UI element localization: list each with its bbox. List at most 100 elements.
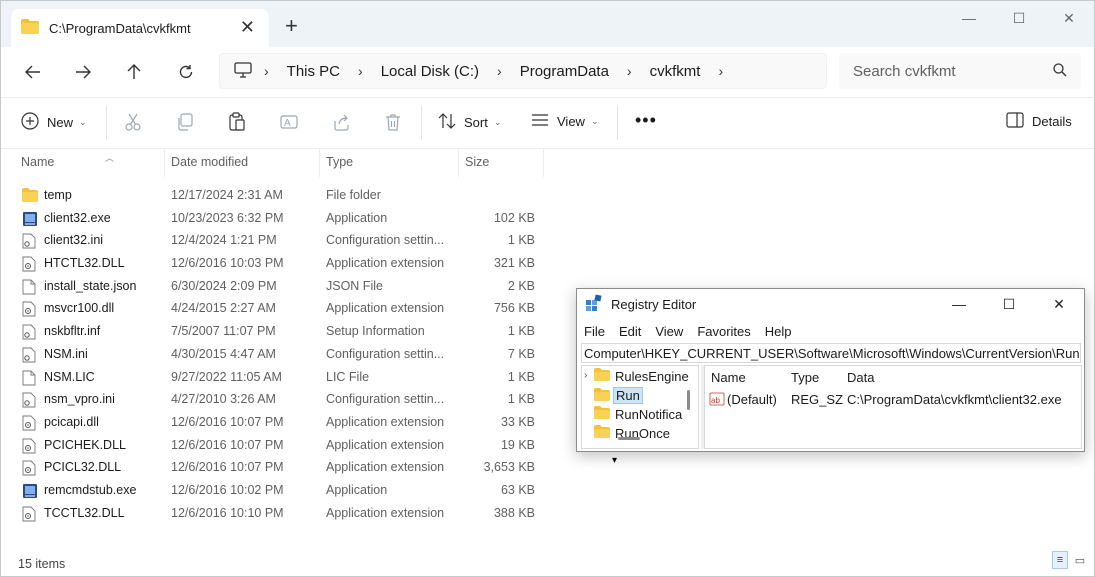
file-date: 12/6/2016 10:03 PM — [171, 256, 284, 271]
new-tab-button[interactable]: + — [285, 15, 298, 37]
breadcrumb-this-pc[interactable]: This PC — [287, 63, 340, 80]
search-input[interactable] — [853, 62, 1043, 80]
copy-icon[interactable] — [175, 112, 197, 134]
chevron-right-icon[interactable]: › — [497, 63, 502, 79]
breadcrumb-cvkfkmt[interactable]: cvkfkmt — [650, 63, 701, 80]
menu-edit[interactable]: Edit — [619, 324, 641, 339]
paste-icon[interactable] — [227, 112, 249, 134]
file-row[interactable]: nsm_vpro.ini 4/27/2010 3:26 AM Configurati… — [1, 389, 561, 412]
chevron-right-icon[interactable]: › — [358, 63, 363, 79]
refresh-icon[interactable] — [172, 59, 200, 85]
file-name: pcicapi.dll — [44, 414, 99, 429]
registry-address-bar[interactable]: Computer\HKEY_CURRENT_USER\Software\Micr… — [581, 343, 1081, 363]
file-row[interactable]: PCICHEK.DLL 12/6/2016 10:07 PM Application… — [1, 435, 561, 458]
menu-file[interactable]: File — [584, 324, 605, 339]
value-column-type[interactable]: Type — [791, 370, 819, 385]
file-row[interactable]: pcicapi.dll 12/6/2016 10:07 PM Application… — [1, 412, 561, 435]
navigation-bar: › This PC › Local Disk (C:) › ProgramDat… — [1, 47, 1094, 97]
column-header-date[interactable]: Date modified — [171, 155, 248, 169]
tiles-view-icon[interactable]: ▭ — [1072, 551, 1088, 569]
new-button[interactable]: New ⌄ — [21, 112, 87, 133]
column-header-size[interactable]: Size — [465, 155, 489, 169]
menu-view[interactable]: View — [655, 324, 683, 339]
file-row[interactable]: install_state.json 6/30/2024 2:09 PM JSON … — [1, 276, 561, 299]
file-size: 2 KB — [507, 278, 535, 293]
file-row[interactable]: temp 12/17/2024 2:31 AM File folder — [1, 185, 561, 208]
file-row[interactable]: PCICL32.DLL 12/6/2016 10:07 PM Application… — [1, 457, 561, 480]
column-header-type[interactable]: Type — [326, 155, 353, 169]
file-date: 9/27/2022 11:05 AM — [171, 369, 282, 384]
chevron-right-icon[interactable]: › — [627, 63, 632, 79]
file-row[interactable]: TCCTL32.DLL 12/6/2016 10:10 PM Application… — [1, 503, 561, 526]
file-row[interactable]: NSM.LIC 9/27/2022 11:05 AM LIC File 1 KB — [1, 367, 561, 390]
column-divider[interactable] — [164, 149, 165, 177]
file-row[interactable]: HTCTL32.DLL 12/6/2016 10:03 PM Application… — [1, 253, 561, 276]
more-options-icon[interactable]: ••• — [635, 110, 657, 131]
registry-maximize-button[interactable]: ☐ — [984, 289, 1034, 319]
folder-open-icon — [594, 387, 610, 404]
tree-vertical-scrollbar[interactable] — [687, 390, 690, 410]
breadcrumb-local-disk[interactable]: Local Disk (C:) — [381, 63, 479, 80]
breadcrumb-programdata[interactable]: ProgramData — [520, 63, 609, 80]
file-name: client32.ini — [44, 233, 104, 248]
minimize-button[interactable]: — — [944, 1, 994, 35]
search-icon[interactable] — [1053, 63, 1067, 80]
file-row[interactable]: NSM.ini 4/30/2015 4:47 AM Configuration se… — [1, 344, 561, 367]
cut-icon[interactable] — [123, 112, 145, 134]
details-view-icon[interactable]: ≡ — [1052, 551, 1068, 569]
tree-key-label: RulesEngine — [615, 368, 689, 384]
up-arrow-icon[interactable] — [120, 59, 148, 85]
file-size: 388 KB — [493, 505, 535, 520]
file-size: 1 KB — [507, 324, 535, 339]
back-arrow-icon[interactable] — [19, 59, 47, 85]
app-exe-icon — [22, 211, 38, 227]
close-button[interactable]: ✕ — [1044, 1, 1094, 35]
column-divider[interactable] — [543, 149, 544, 177]
delete-icon[interactable] — [383, 112, 405, 134]
file-date: 12/6/2016 10:07 PM — [171, 437, 284, 452]
file-row[interactable]: msvcr100.dll 4/24/2015 2:27 AM Application… — [1, 298, 561, 321]
svg-text:A: A — [284, 118, 291, 129]
value-column-name[interactable]: Name — [711, 370, 746, 385]
string-value-icon: ab — [709, 391, 725, 410]
chevron-right-icon[interactable]: › — [264, 63, 269, 79]
tab-cvkfkmt[interactable]: C:\ProgramData\cvkfkmt ✕ — [11, 9, 269, 47]
file-row[interactable]: nskbfltr.inf 7/5/2007 11:07 PM Setup Infor… — [1, 321, 561, 344]
file-row[interactable]: client32.exe 10/23/2023 6:32 PM Applicatio… — [1, 208, 561, 231]
chevron-right-icon[interactable]: › — [718, 63, 723, 79]
file-date: 6/30/2024 2:09 PM — [171, 278, 277, 293]
tree-key-rulesengine[interactable]: RulesEngine — [594, 368, 691, 384]
tree-horizontal-scrollbar[interactable] — [618, 437, 640, 440]
registry-title-bar[interactable]: Registry Editor — ☐ ✕ — [577, 289, 1084, 319]
column-header-name[interactable]: Name ︿ — [21, 153, 114, 169]
chevron-right-icon[interactable]: › — [584, 370, 587, 381]
details-button[interactable]: Details — [1006, 112, 1072, 131]
registry-minimize-button[interactable]: — — [934, 289, 984, 319]
forward-arrow-icon[interactable] — [69, 59, 97, 85]
file-row[interactable]: remcmdstub.exe 12/6/2016 10:02 PM Applicat… — [1, 480, 561, 503]
config-file-icon — [22, 324, 38, 340]
tree-key-runnotification[interactable]: RunNotifica — [594, 406, 684, 422]
file-date: 4/30/2015 4:47 AM — [171, 346, 276, 361]
sort-button[interactable]: Sort ⌄ — [438, 112, 501, 133]
rename-icon[interactable]: A — [279, 112, 301, 134]
close-tab-icon[interactable]: ✕ — [240, 18, 255, 36]
file-type: Application extension — [326, 301, 445, 316]
value-name: (Default) — [727, 392, 777, 407]
file-date: 12/4/2024 1:21 PM — [171, 233, 277, 248]
address-bar[interactable]: › This PC › Local Disk (C:) › ProgramDat… — [219, 53, 827, 89]
file-row[interactable]: client32.ini 12/4/2024 1:21 PM Configurati… — [1, 230, 561, 253]
maximize-button[interactable]: ☐ — [994, 1, 1044, 35]
tree-key-run[interactable]: Run — [594, 387, 643, 404]
column-divider[interactable] — [319, 149, 320, 177]
column-divider[interactable] — [458, 149, 459, 177]
view-button[interactable]: View ⌄ — [531, 112, 599, 131]
file-list-header: Name ︿ Date modified Type Size — [1, 149, 561, 177]
registry-close-button[interactable]: ✕ — [1034, 289, 1084, 319]
value-column-data[interactable]: Data — [847, 370, 874, 385]
file-name: NSM.ini — [44, 346, 88, 361]
menu-help[interactable]: Help — [765, 324, 792, 339]
share-icon[interactable] — [331, 112, 353, 134]
menu-favorites[interactable]: Favorites — [697, 324, 750, 339]
tab-bar: C:\ProgramData\cvkfkmt ✕ + — ☐ ✕ — [1, 1, 1094, 47]
